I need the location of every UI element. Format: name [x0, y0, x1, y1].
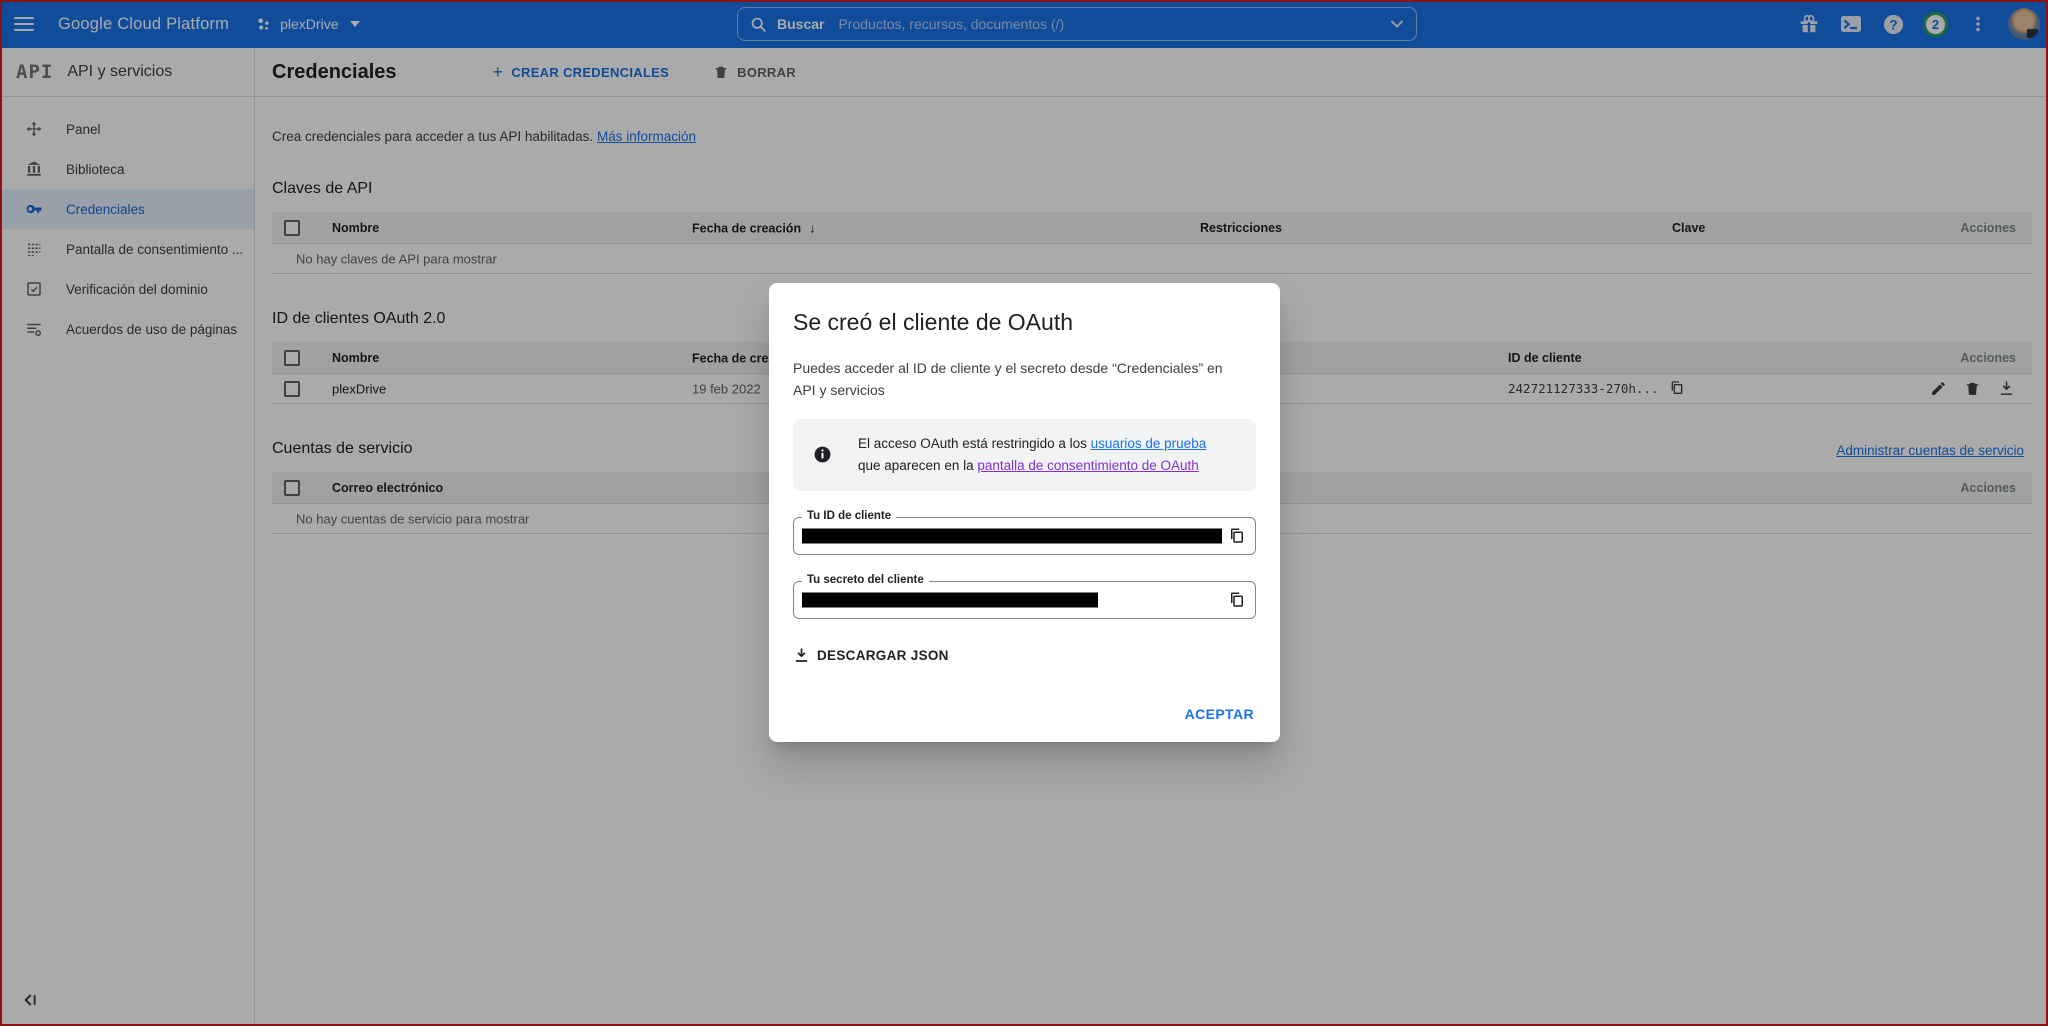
test-users-link[interactable]: usuarios de prueba: [1091, 436, 1207, 451]
copy-icon: [1228, 527, 1246, 545]
client-id-label: Tu ID de cliente: [802, 510, 896, 522]
oauth-created-dialog: Se creó el cliente de OAuth Puedes acced…: [769, 283, 1280, 742]
copy-client-id-button[interactable]: [1228, 527, 1246, 545]
download-json-button[interactable]: DESCARGAR JSON: [793, 647, 949, 664]
consent-screen-link[interactable]: pantalla de consentimiento de OAuth: [977, 458, 1198, 473]
oauth-restriction-infobox: El acceso OAuth está restringido a los u…: [793, 419, 1256, 490]
accept-button[interactable]: ACEPTAR: [1185, 706, 1254, 722]
client-secret-label: Tu secreto del cliente: [802, 574, 929, 586]
download-icon: [793, 647, 810, 664]
dialog-body-text: Puedes acceder al ID de cliente y el sec…: [793, 358, 1233, 401]
copy-icon: [1228, 591, 1246, 609]
client-id-redacted-value: [802, 528, 1222, 543]
infobox-text: El acceso OAuth está restringido a los u…: [858, 433, 1228, 476]
copy-client-secret-button[interactable]: [1228, 591, 1246, 609]
client-secret-redacted-value: [802, 592, 1098, 607]
dialog-title: Se creó el cliente de OAuth: [793, 309, 1256, 336]
client-id-field[interactable]: Tu ID de cliente: [793, 517, 1256, 555]
client-secret-field[interactable]: Tu secreto del cliente: [793, 581, 1256, 619]
info-icon: [813, 445, 832, 464]
